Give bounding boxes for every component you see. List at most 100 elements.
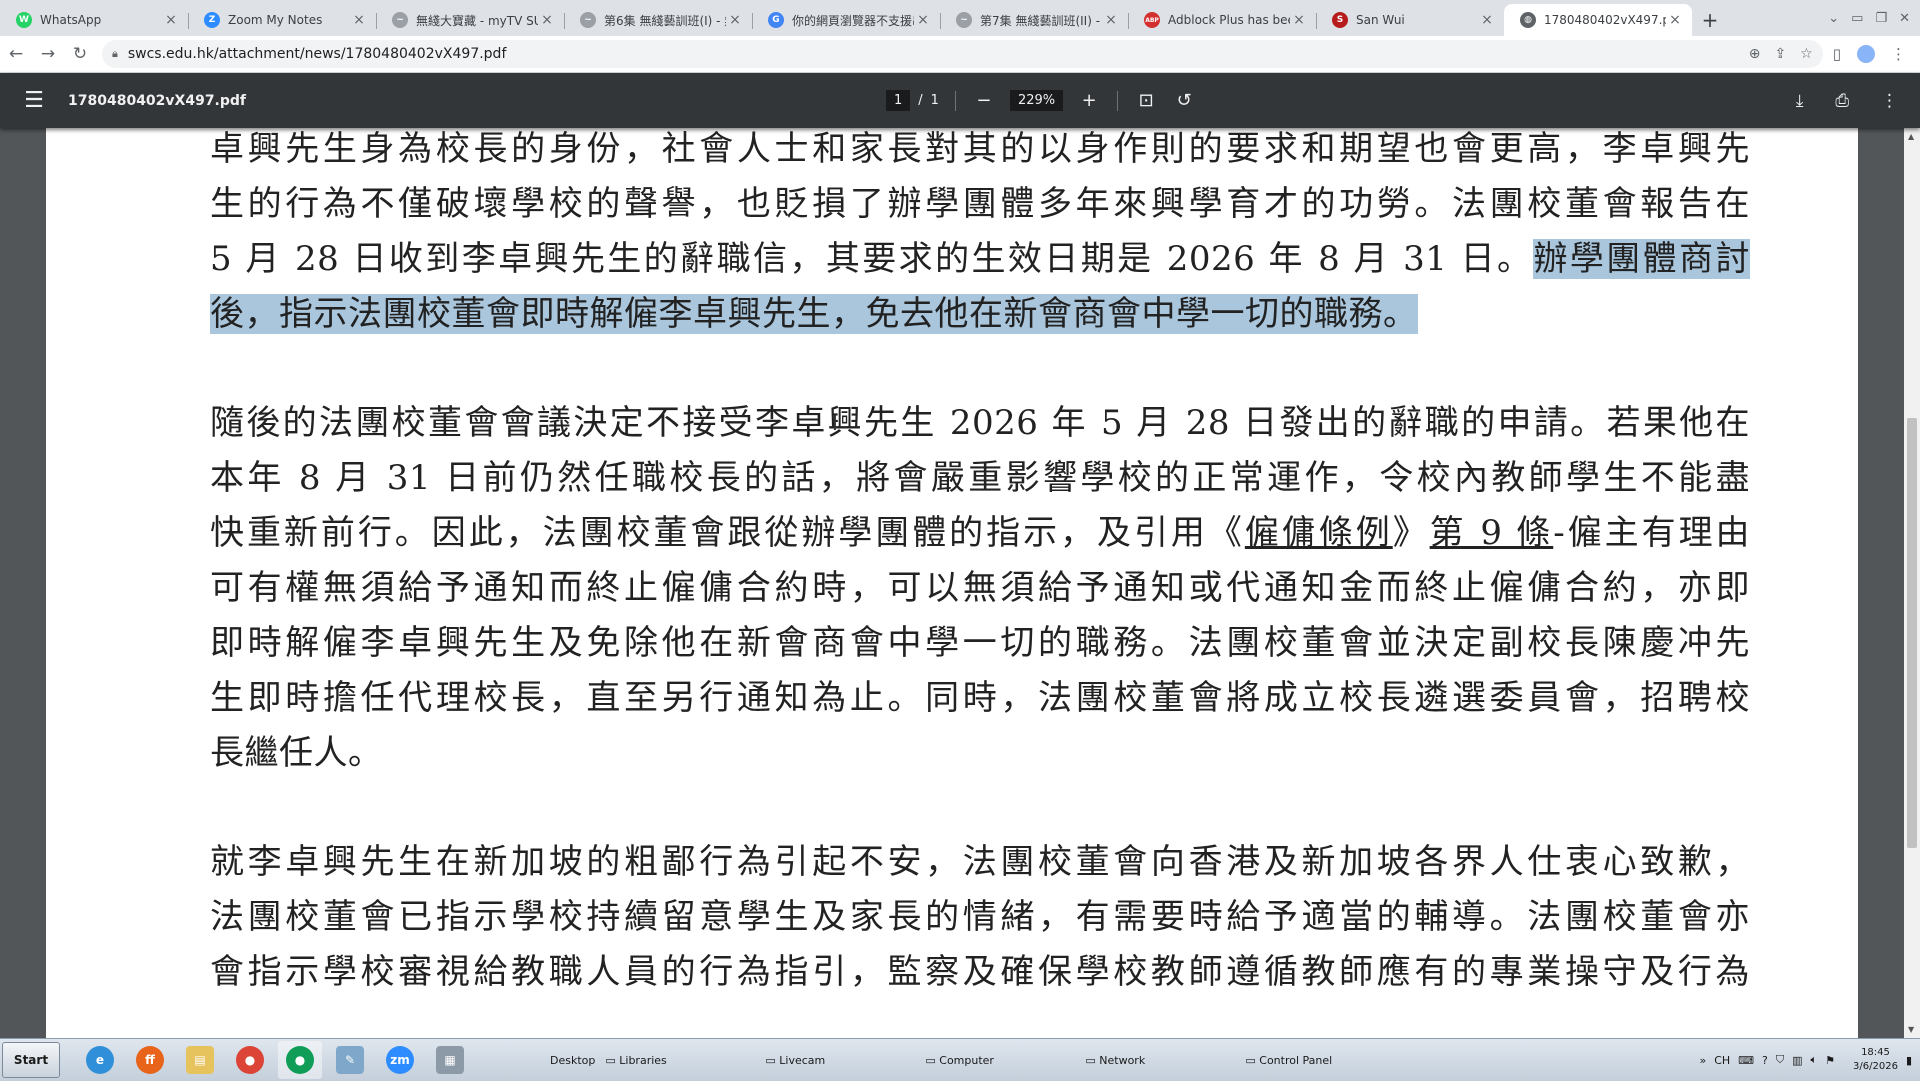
scroll-down-arrow-icon[interactable]: ▼ bbox=[1908, 1025, 1914, 1034]
control-panel-link[interactable]: ▭ Control Panel bbox=[1245, 1054, 1445, 1067]
taskbar: Start e ff ▤ ● ● ✎ zm ▦ Desktop ▭ Librar… bbox=[0, 1038, 1920, 1081]
text-line: 可有權無須給予通知而終止僱傭合約時，可以無須給予通知或代通知金而終止僱傭合約，亦… bbox=[210, 568, 1750, 608]
text-span: 快重新前行。因此，法團校董會跟從辦學團體的指示，及引用《 bbox=[210, 513, 1245, 553]
tab-close-icon[interactable]: × bbox=[726, 12, 744, 28]
tab-title: 你的網頁瀏覽器不支援串 bbox=[792, 13, 914, 28]
start-button[interactable]: Start bbox=[2, 1042, 60, 1078]
tab-search-icon[interactable]: ⌄ bbox=[1828, 11, 1839, 26]
adblock-icon: ABP bbox=[1144, 12, 1160, 28]
firefox-icon[interactable]: ff bbox=[128, 1041, 172, 1079]
text-line: 生的行為不僅破壞學校的聲譽，也貶損了辦學團體多年來興學育才的功勞。法團校董會報告… bbox=[210, 184, 1750, 224]
tab-close-icon[interactable]: × bbox=[1290, 12, 1308, 28]
zoom-out-button[interactable]: − bbox=[972, 90, 996, 111]
print-icon[interactable]: ⎙ bbox=[1835, 91, 1849, 111]
browser-menu-icon[interactable]: ⋮ bbox=[1891, 45, 1906, 63]
mytv-icon: ~ bbox=[392, 12, 408, 28]
network-tray-icon[interactable]: ▥ bbox=[1792, 1054, 1802, 1067]
more-options-icon[interactable]: ⋮ bbox=[1881, 91, 1898, 111]
language-indicator[interactable]: CH bbox=[1714, 1054, 1730, 1067]
show-desktop-button[interactable]: ▮ bbox=[1906, 1054, 1912, 1067]
text-line: 本年 8 月 31 日前仍然任職校長的話，將會嚴重影響學校的正常運作，令校內教師… bbox=[210, 458, 1750, 498]
address-bar[interactable]: 🔒︎ swcs.edu.hk/attachment/news/178048040… bbox=[102, 40, 1823, 68]
zoom-icon: Z bbox=[204, 12, 220, 28]
libraries-link[interactable]: ▭ Libraries bbox=[605, 1054, 765, 1067]
zoom-indicator-icon[interactable]: ⊕ bbox=[1749, 46, 1761, 62]
download-icon[interactable]: ⤓ bbox=[1796, 91, 1804, 111]
browser-tab[interactable]: ◍ 1780480402vX497.pdf× bbox=[1504, 4, 1692, 36]
tab-close-icon[interactable]: × bbox=[914, 12, 932, 28]
toolbar-expand-icon[interactable]: » bbox=[1699, 1054, 1706, 1067]
notepad-icon[interactable]: ✎ bbox=[328, 1041, 372, 1079]
mytv-icon: ~ bbox=[956, 12, 972, 28]
flag-icon[interactable]: ⚑ bbox=[1825, 1054, 1835, 1067]
volume-icon[interactable]: 🔈︎ bbox=[1811, 1053, 1818, 1067]
zoom-in-button[interactable]: + bbox=[1077, 90, 1101, 111]
desktop-link[interactable]: Desktop bbox=[550, 1054, 595, 1067]
forward-button[interactable]: → bbox=[32, 40, 64, 68]
selected-text: 後，指示法團校董會即時解僱李卓興先生，免去他在新會商會中學一切的職務。 bbox=[210, 294, 1418, 334]
new-tab-button[interactable]: + bbox=[1692, 4, 1728, 36]
text-span: 5 月 28 日收到李卓興先生的辭職信，其要求的生效日期是 2026 年 8 月… bbox=[210, 239, 1534, 279]
help-icon[interactable]: ? bbox=[1762, 1054, 1768, 1067]
livecam-link[interactable]: ▭ Livecam bbox=[765, 1054, 925, 1067]
share-icon[interactable]: ⇪ bbox=[1774, 46, 1786, 62]
browser-tab[interactable]: ~ 第6集 無綫藝訓班(I) - 無 × bbox=[564, 4, 752, 36]
tab-close-icon[interactable]: × bbox=[1102, 12, 1120, 28]
reload-button[interactable]: ↻ bbox=[64, 40, 96, 68]
clock[interactable]: 18:45 3/6/2026 bbox=[1853, 1046, 1898, 1074]
paragraph: 隨後的法團校董會會議決定不接受李卓興先生 2026 年 5 月 28 日發出的辭… bbox=[210, 396, 1750, 781]
mytv-icon: ~ bbox=[580, 12, 596, 28]
text-span: 》 bbox=[1392, 513, 1430, 553]
network-link[interactable]: ▭ Network bbox=[1085, 1054, 1245, 1067]
tab-title: WhatsApp bbox=[40, 13, 102, 27]
hamburger-menu-icon[interactable]: ☰ bbox=[0, 88, 68, 113]
page-number-input[interactable]: 1 bbox=[886, 90, 911, 111]
zoom-level-input[interactable]: 229% bbox=[1009, 90, 1064, 111]
browser-tab[interactable]: S San Wui × bbox=[1316, 4, 1504, 36]
file-explorer-icon[interactable]: ▤ bbox=[178, 1041, 222, 1079]
section-9-link[interactable]: 第 9 條 bbox=[1430, 513, 1554, 553]
globe-icon: ◍ bbox=[1520, 12, 1536, 28]
minimize-button[interactable]: ▭ bbox=[1851, 11, 1863, 26]
back-button[interactable]: ← bbox=[0, 40, 32, 68]
scrollbar-thumb[interactable] bbox=[1907, 418, 1917, 848]
restore-button[interactable]: ❐ bbox=[1875, 11, 1887, 26]
url-text[interactable]: swcs.edu.hk/attachment/news/1780480402vX… bbox=[128, 46, 1735, 62]
google-icon: G bbox=[768, 12, 784, 28]
tab-title: San Wui bbox=[1356, 13, 1405, 27]
browser-tab[interactable]: ABP Adblock Plus has been su× bbox=[1128, 4, 1316, 36]
tab-close-icon[interactable]: × bbox=[1478, 12, 1496, 28]
chrome-active-icon[interactable]: ● bbox=[278, 1041, 322, 1079]
tab-close-icon[interactable]: × bbox=[538, 12, 556, 28]
chrome-icon[interactable]: ● bbox=[228, 1041, 272, 1079]
tab-close-icon[interactable]: × bbox=[162, 12, 180, 28]
toolbar-divider bbox=[954, 90, 956, 111]
vertical-scrollbar[interactable]: ▲ ▼ bbox=[1904, 128, 1920, 1038]
page-separator: / bbox=[918, 93, 923, 108]
tab-title: Adblock Plus has been su bbox=[1168, 13, 1290, 27]
internet-explorer-icon[interactable]: e bbox=[78, 1041, 122, 1079]
computer-link[interactable]: ▭ Computer bbox=[925, 1054, 1085, 1067]
zoom-app-icon[interactable]: zm bbox=[378, 1041, 422, 1079]
pdf-viewport[interactable]: 卓興先生身為校長的身份，社會人士和家長對其的以身作則的要求和期望也會更高，李卓興… bbox=[0, 128, 1920, 1038]
bookmark-star-icon[interactable]: ☆ bbox=[1800, 46, 1813, 62]
shield-icon[interactable]: ⛉ bbox=[1776, 1053, 1784, 1067]
calculator-icon[interactable]: ▦ bbox=[428, 1041, 472, 1079]
rotate-icon[interactable]: ↺ bbox=[1172, 90, 1196, 111]
browser-tab[interactable]: G 你的網頁瀏覽器不支援串 × bbox=[752, 4, 940, 36]
ime-icon[interactable]: ⌨ bbox=[1738, 1054, 1754, 1067]
employment-ordinance-link[interactable]: 僱傭條例 bbox=[1245, 513, 1393, 553]
control-panel-label: Control Panel bbox=[1259, 1053, 1333, 1067]
browser-tab[interactable]: W WhatsApp × bbox=[0, 4, 188, 36]
fit-to-page-icon[interactable]: ⊡ bbox=[1134, 90, 1158, 111]
browser-tab[interactable]: Z Zoom My Notes × bbox=[188, 4, 376, 36]
scroll-up-arrow-icon[interactable]: ▲ bbox=[1908, 132, 1914, 141]
browser-tab[interactable]: ~ 第7集 無綫藝訓班(II) - 無× bbox=[940, 4, 1128, 36]
side-panel-icon[interactable]: ▯ bbox=[1833, 45, 1841, 63]
tab-close-icon[interactable]: × bbox=[350, 12, 368, 28]
lock-icon[interactable]: 🔒︎ bbox=[112, 47, 118, 61]
close-window-button[interactable]: ✕ bbox=[1899, 11, 1910, 26]
profile-avatar[interactable] bbox=[1857, 45, 1875, 63]
tab-close-icon[interactable]: × bbox=[1666, 12, 1684, 28]
browser-tab[interactable]: ~ 無綫大寶藏 - myTV SUPE× bbox=[376, 4, 564, 36]
